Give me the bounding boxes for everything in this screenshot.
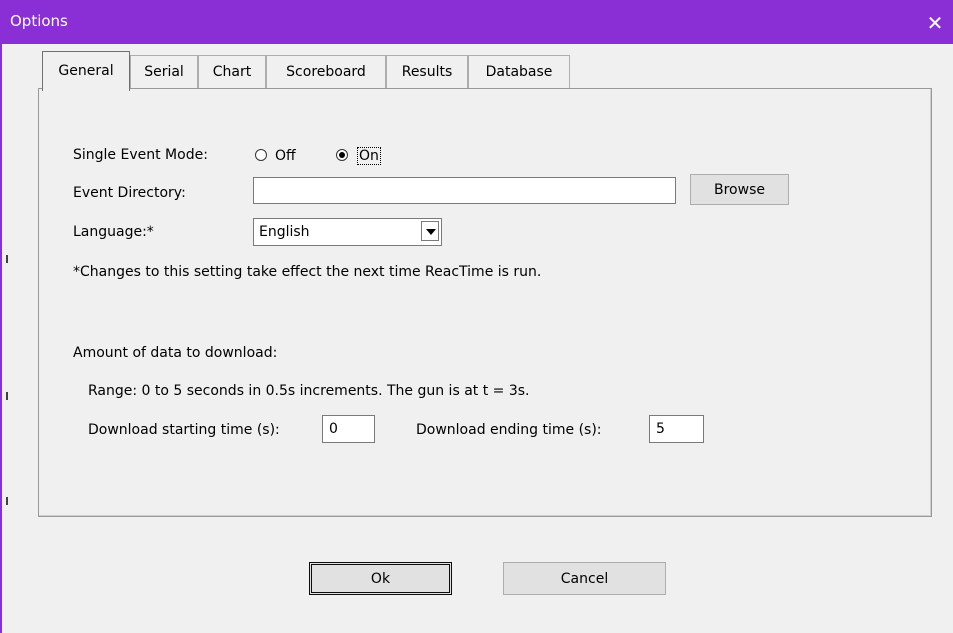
left-divider-tick — [6, 392, 8, 400]
window-title: Options — [10, 12, 68, 30]
event-directory-input[interactable] — [253, 177, 676, 204]
tab-scoreboard[interactable]: Scoreboard — [266, 55, 386, 89]
single-event-on-radio[interactable] — [336, 149, 348, 161]
general-tab-panel: Single Event Mode: Off On Event Director… — [38, 88, 932, 517]
ok-button[interactable]: Ok — [309, 562, 452, 595]
close-icon[interactable]: ✕ — [919, 6, 951, 40]
window-left-border — [0, 44, 2, 633]
tab-database[interactable]: Database — [468, 55, 570, 89]
single-event-off-label[interactable]: Off — [275, 148, 296, 164]
single-event-on-label[interactable]: On — [357, 147, 381, 165]
tab-serial[interactable]: Serial — [130, 55, 198, 89]
language-label: Language:* — [73, 224, 154, 240]
title-bar: Options ✕ — [0, 0, 953, 44]
download-end-label: Download ending time (s): — [416, 422, 602, 438]
download-range-note: Range: 0 to 5 seconds in 0.5s increments… — [88, 383, 530, 399]
radio-selected-dot — [339, 152, 345, 158]
browse-button[interactable]: Browse — [690, 174, 789, 205]
single-event-mode-label: Single Event Mode: — [73, 147, 208, 163]
download-amount-heading: Amount of data to download: — [73, 345, 278, 361]
tab-chart[interactable]: Chart — [198, 55, 266, 89]
tab-results[interactable]: Results — [386, 55, 468, 89]
chevron-down-icon[interactable] — [421, 221, 439, 241]
event-directory-label: Event Directory: — [73, 185, 186, 201]
download-start-label: Download starting time (s): — [88, 422, 280, 438]
language-selected-value: English — [259, 224, 310, 240]
download-start-input[interactable] — [322, 415, 375, 443]
single-event-off-radio[interactable] — [255, 149, 267, 161]
language-select[interactable]: English — [253, 218, 442, 246]
left-divider-tick — [6, 255, 8, 263]
language-note: *Changes to this setting take effect the… — [73, 264, 542, 280]
cancel-button[interactable]: Cancel — [503, 562, 666, 595]
download-end-input[interactable] — [649, 415, 704, 443]
left-divider-tick — [6, 497, 8, 505]
tab-general[interactable]: General — [42, 51, 130, 91]
